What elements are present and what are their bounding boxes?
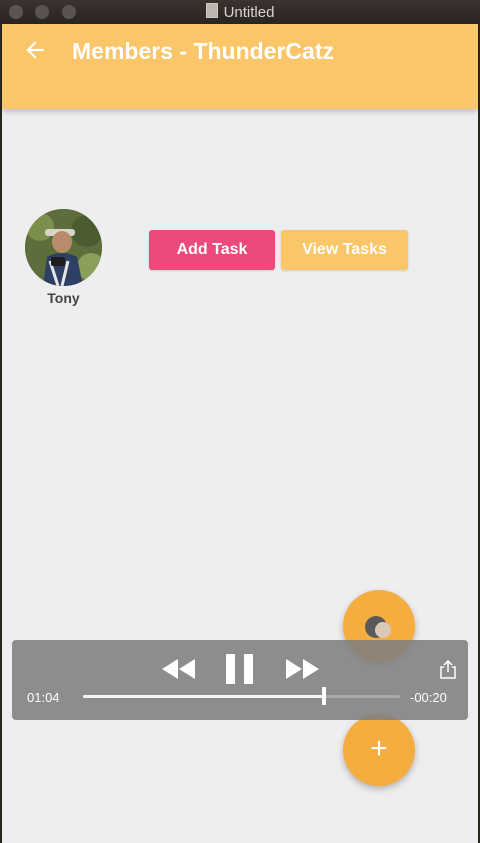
view-tasks-button[interactable]: View Tasks [281, 230, 408, 270]
window-title: Untitled [223, 4, 275, 21]
share-icon[interactable] [440, 660, 456, 679]
scrubber-thumb[interactable] [321, 687, 326, 705]
member-name: Tony [47, 290, 80, 306]
app-screen: Members - ThunderCatz Tony Add Task View… [2, 24, 478, 843]
window-title-area: Untitled [0, 3, 480, 21]
avatar[interactable] [25, 209, 102, 286]
window-titlebar: Untitled [0, 0, 480, 24]
app-bar: Members - ThunderCatz [2, 24, 478, 109]
pause-icon[interactable] [226, 654, 254, 684]
remaining-time: -00:20 [410, 690, 447, 705]
avatar-photo [25, 209, 102, 286]
elapsed-time: 01:04 [27, 690, 60, 705]
fast-forward-icon[interactable] [286, 659, 320, 679]
rewind-icon[interactable] [162, 659, 196, 679]
scrubber-progress [83, 695, 324, 698]
plus-icon: + [370, 732, 388, 765]
media-player: 01:04 -00:20 [12, 640, 468, 720]
document-icon [205, 3, 218, 18]
arrow-back-icon[interactable] [22, 37, 48, 63]
add-task-button[interactable]: Add Task [149, 230, 275, 270]
add-fab-button[interactable]: + [343, 714, 415, 786]
page-title: Members - ThunderCatz [72, 38, 334, 64]
scrubber-track[interactable] [83, 687, 400, 705]
